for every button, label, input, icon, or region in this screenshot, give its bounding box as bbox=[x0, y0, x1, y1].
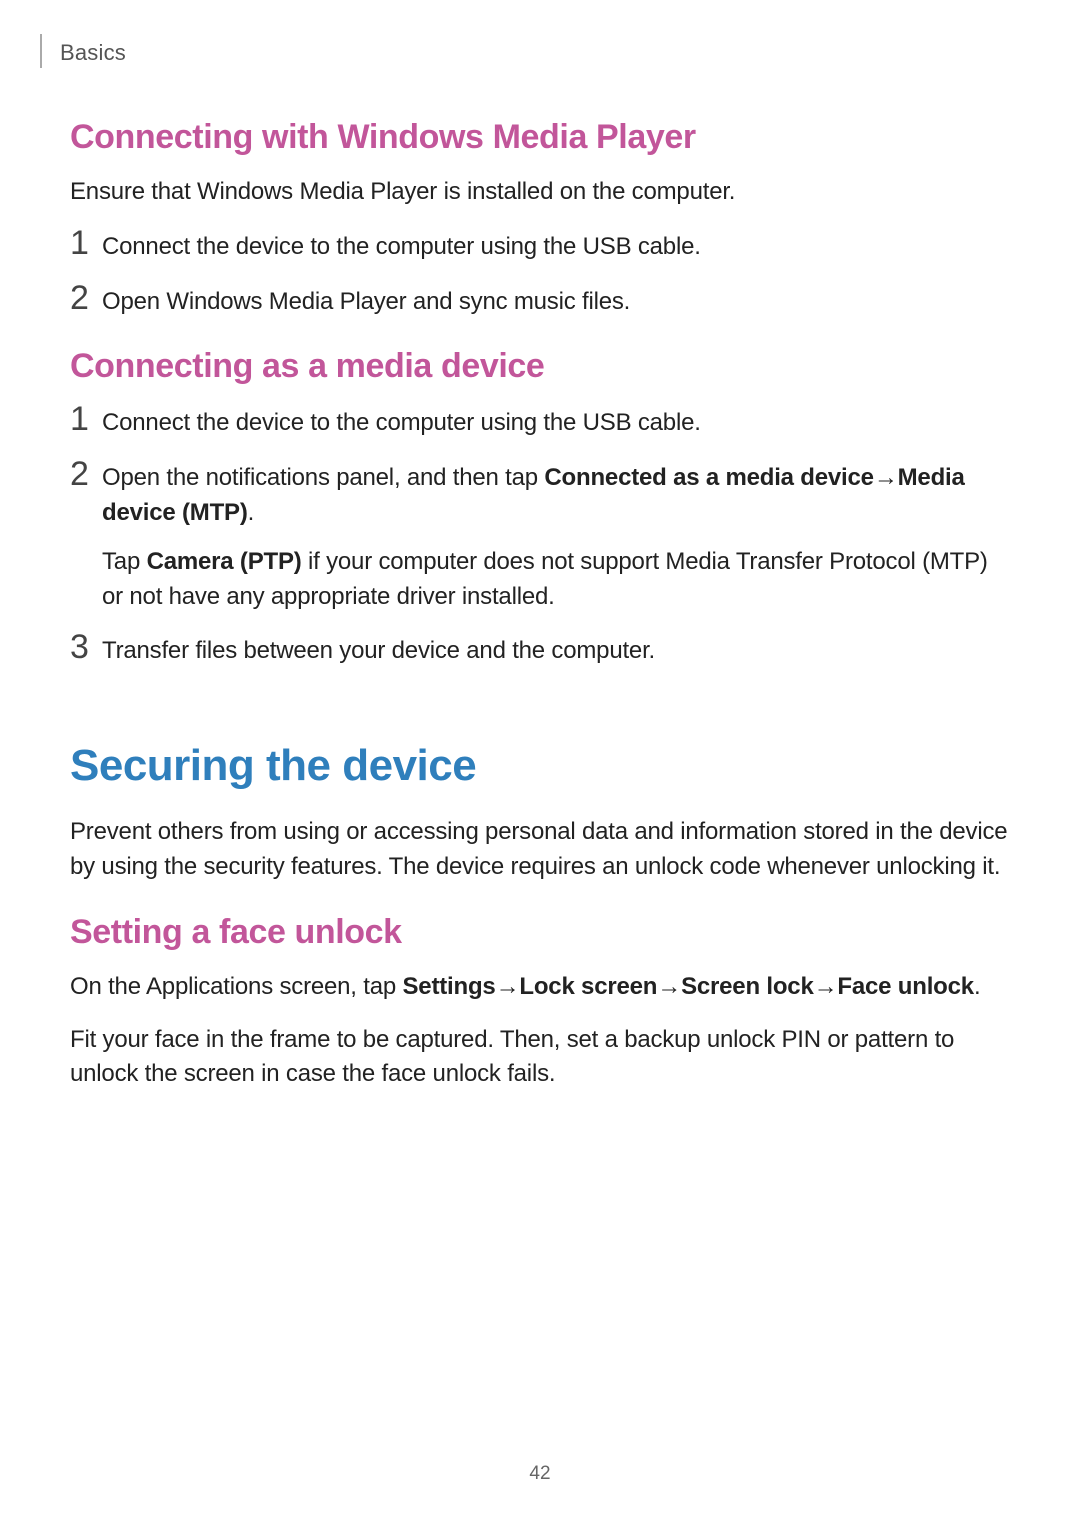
step-number: 1 bbox=[70, 402, 102, 436]
ui-label: Connected as a media device bbox=[544, 464, 873, 491]
step-text: Connect the device to the computer using… bbox=[102, 406, 1010, 441]
face-unlock-path: On the Applications screen, tap Settings… bbox=[70, 970, 1010, 1005]
step-number: 2 bbox=[70, 457, 102, 491]
ui-label: Lock screen bbox=[519, 973, 657, 1000]
media-step-2: 2 Open the notifications panel, and then… bbox=[70, 461, 1010, 614]
arrow-icon: → bbox=[814, 970, 838, 1005]
ui-label: Face unlock bbox=[837, 973, 974, 1000]
face-unlock-desc: Fit your face in the frame to be capture… bbox=[70, 1023, 1010, 1093]
text-fragment: . bbox=[248, 499, 254, 526]
arrow-icon: → bbox=[496, 970, 520, 1005]
text-fragment: On the Applications screen, tap bbox=[70, 973, 402, 1000]
header-rule-icon bbox=[40, 34, 42, 68]
text-fragment: Tap bbox=[102, 548, 147, 575]
step-text: Open Windows Media Player and sync music… bbox=[102, 285, 1010, 320]
text-fragment: Open the notifications panel, and then t… bbox=[102, 464, 544, 491]
heading-media-device: Connecting as a media device bbox=[70, 347, 1010, 386]
heading-securing: Securing the device bbox=[70, 741, 1010, 791]
step-text: Connect the device to the computer using… bbox=[102, 230, 1010, 265]
arrow-icon: → bbox=[657, 970, 681, 1005]
step-number: 1 bbox=[70, 226, 102, 260]
step-text: Open the notifications panel, and then t… bbox=[102, 461, 1010, 614]
page-number: 42 bbox=[0, 1463, 1080, 1485]
media-step-3: 3 Transfer files between your device and… bbox=[70, 634, 1010, 669]
securing-intro: Prevent others from using or accessing p… bbox=[70, 815, 1010, 885]
media-step-1: 1 Connect the device to the computer usi… bbox=[70, 406, 1010, 441]
text-fragment: . bbox=[974, 973, 980, 1000]
step-number: 2 bbox=[70, 281, 102, 315]
section-name: Basics bbox=[60, 40, 126, 66]
arrow-icon: → bbox=[874, 461, 898, 496]
document-page: Basics Connecting with Windows Media Pla… bbox=[0, 0, 1080, 1527]
step-text: Transfer files between your device and t… bbox=[102, 634, 1010, 669]
ui-label: Screen lock bbox=[681, 973, 814, 1000]
ui-label: Settings bbox=[402, 973, 495, 1000]
step-number: 3 bbox=[70, 630, 102, 664]
heading-wmp: Connecting with Windows Media Player bbox=[70, 118, 1010, 157]
heading-face-unlock: Setting a face unlock bbox=[70, 913, 1010, 952]
wmp-step-1: 1 Connect the device to the computer usi… bbox=[70, 230, 1010, 265]
page-header: Basics bbox=[70, 38, 1010, 68]
step-note: Tap Camera (PTP) if your computer does n… bbox=[102, 545, 1010, 615]
wmp-step-2: 2 Open Windows Media Player and sync mus… bbox=[70, 285, 1010, 320]
wmp-intro: Ensure that Windows Media Player is inst… bbox=[70, 175, 1010, 210]
ui-label: Camera (PTP) bbox=[147, 548, 302, 575]
